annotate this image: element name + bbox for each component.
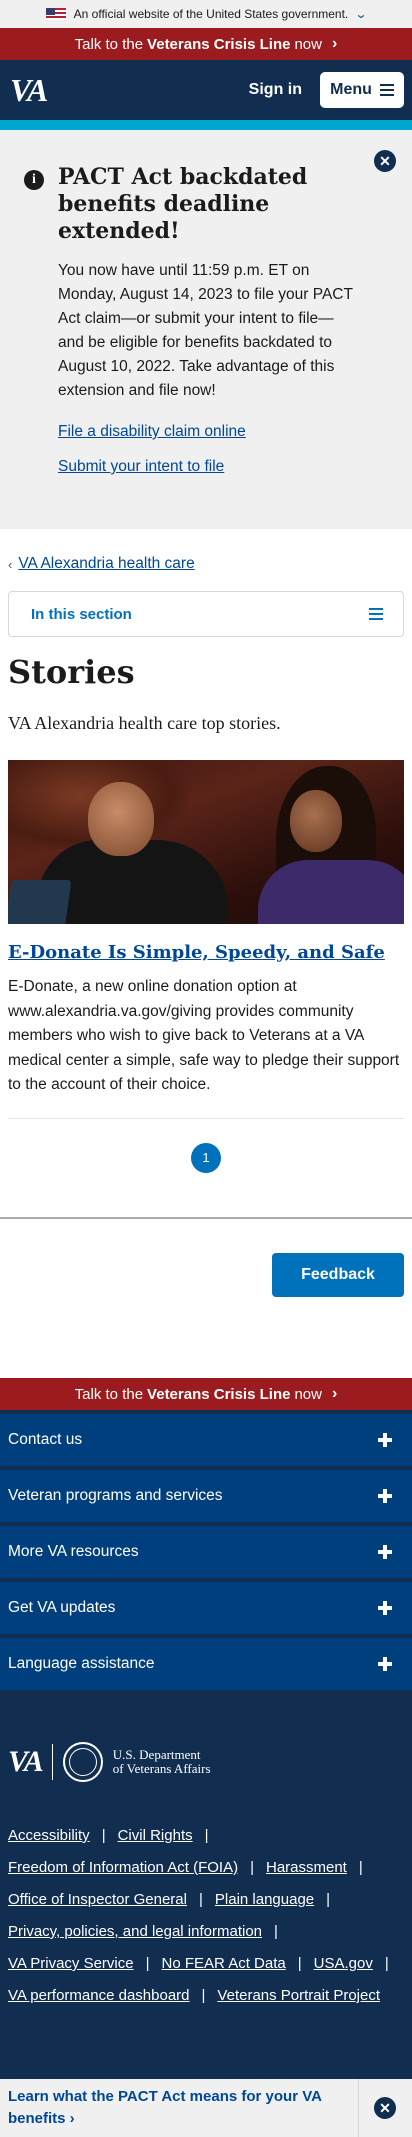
accordion-label: Contact us (8, 1431, 83, 1448)
breadcrumb-link[interactable]: VA Alexandria health care (18, 555, 194, 573)
menu-label: Menu (330, 81, 372, 98)
close-alert-button[interactable]: ✕ (374, 150, 396, 172)
alert-title: PACT Act backdated benefits deadline ext… (58, 164, 308, 244)
accordion-language-assistance[interactable]: Language assistance (0, 1634, 412, 1690)
logo-divider (51, 1744, 53, 1780)
plus-icon (378, 1545, 392, 1559)
official-gov-banner[interactable]: An official website of the United States… (0, 0, 412, 28)
no-fear-link[interactable]: No FEAR Act Data (162, 1948, 286, 1980)
submit-intent-to-file-link[interactable]: Submit your intent to file (58, 458, 392, 476)
accordion-label: Get VA updates (8, 1599, 116, 1616)
footer-va-logo[interactable]: VA U.S. Department of Veterans Affairs (8, 1742, 412, 1782)
va-logo: VA (8, 1745, 44, 1778)
accordion-get-updates[interactable]: Get VA updates (0, 1578, 412, 1634)
crisis-suffix: now (294, 35, 322, 53)
story-description: E-Donate, a new online donation option a… (8, 978, 400, 1093)
plus-icon (378, 1601, 392, 1615)
alert-body: You now have until 11:59 p.m. ET on Mond… (58, 262, 353, 399)
accordion-veteran-programs[interactable]: Veteran programs and services (0, 1466, 412, 1522)
civil-rights-link[interactable]: Civil Rights (118, 1820, 193, 1852)
plus-icon (378, 1657, 392, 1671)
department-line-2: of Veterans Affairs (112, 1761, 211, 1776)
banner-divider (358, 2079, 359, 2137)
feedback-button[interactable]: Feedback (272, 1252, 404, 1297)
file-disability-claim-link[interactable]: File a disability claim online (58, 423, 392, 441)
crisis-prefix: Talk to the (74, 1385, 144, 1403)
page-intro: VA Alexandria health care top stories. (8, 713, 281, 733)
footer-links: Accessibility | Civil Rights | Freedom of … (8, 1820, 404, 2012)
header-accent-stripe (0, 120, 412, 130)
privacy-service-link[interactable]: VA Privacy Service (8, 1948, 134, 1980)
pact-banner-text: Learn what the PACT Act means for your V… (8, 2088, 322, 2127)
va-logo[interactable]: VA (10, 72, 48, 109)
harassment-link[interactable]: Harassment (266, 1852, 347, 1884)
sign-in-button[interactable]: Sign in (249, 81, 302, 99)
crisis-prefix: Talk to the (74, 35, 144, 53)
menu-button[interactable]: Menu (320, 72, 404, 108)
breadcrumb: ‹ VA Alexandria health care (0, 529, 412, 573)
veterans-crisis-line-bar[interactable]: Talk to the Veterans Crisis Line now › (0, 28, 412, 60)
story-image (8, 760, 404, 924)
plus-icon (378, 1433, 392, 1447)
site-footer: Talk to the Veterans Crisis Line now › C… (0, 1378, 412, 2137)
info-icon: i (24, 170, 44, 190)
oig-link[interactable]: Office of Inspector General (8, 1884, 187, 1916)
chevron-down-icon: ⌄ (354, 7, 368, 21)
crisis-suffix: now (294, 1385, 322, 1403)
crisis-line-name: Veterans Crisis Line (147, 35, 291, 53)
crisis-line-name: Veterans Crisis Line (147, 1385, 291, 1403)
pagination: 1 (0, 1142, 412, 1173)
chevron-right-icon: › (331, 35, 338, 52)
pact-act-banner: Learn what the PACT Act means for your V… (0, 2079, 412, 2137)
close-banner-button[interactable]: ✕ (374, 2097, 396, 2119)
accordion-contact-us[interactable]: Contact us (0, 1410, 412, 1466)
plain-language-link[interactable]: Plain language (215, 1884, 314, 1916)
menu-list-icon (369, 608, 383, 620)
page-title: Stories (8, 653, 135, 691)
page-1-button[interactable]: 1 (191, 1142, 221, 1173)
us-flag-icon (45, 8, 66, 20)
accordion-label: More VA resources (8, 1543, 139, 1560)
accordion-more-resources[interactable]: More VA resources (0, 1522, 412, 1578)
privacy-link[interactable]: Privacy, policies, and legal information (8, 1916, 262, 1948)
pact-act-alert: i ✕ PACT Act backdated benefits deadline… (0, 130, 412, 529)
story-title-link[interactable]: E-Donate Is Simple, Speedy, and Safe (8, 942, 404, 963)
divider (8, 1117, 404, 1119)
usa-gov-link[interactable]: USA.gov (314, 1948, 373, 1980)
department-name: U.S. Department of Veterans Affairs (113, 1748, 211, 1776)
footer-crisis-line-bar[interactable]: Talk to the Veterans Crisis Line now › (0, 1378, 412, 1410)
feedback-wrap: Feedback (0, 1219, 412, 1297)
accessibility-link[interactable]: Accessibility (8, 1820, 90, 1852)
department-line-1: U.S. Department (112, 1747, 201, 1762)
chevron-right-icon: › (331, 1385, 338, 1402)
pact-act-banner-link[interactable]: Learn what the PACT Act means for your V… (8, 2086, 338, 2130)
in-this-section-button[interactable]: In this section (8, 591, 404, 637)
va-seal-icon (62, 1742, 103, 1782)
performance-dashboard-link[interactable]: VA performance dashboard (8, 1980, 190, 2012)
accordion-label: Language assistance (8, 1655, 155, 1672)
header-actions: Sign in Menu (249, 72, 404, 108)
foia-link[interactable]: Freedom of Information Act (FOIA) (8, 1852, 238, 1884)
accordion-label: Veteran programs and services (8, 1487, 223, 1504)
gov-banner-text: An official website of the United States… (73, 7, 349, 21)
section-nav-label: In this section (31, 605, 132, 623)
hamburger-icon (379, 84, 394, 96)
site-header: VA Sign in Menu (0, 60, 412, 120)
portrait-project-link[interactable]: Veterans Portrait Project (217, 1980, 380, 2012)
chevron-left-icon: ‹ (8, 556, 13, 572)
plus-icon (378, 1489, 392, 1503)
